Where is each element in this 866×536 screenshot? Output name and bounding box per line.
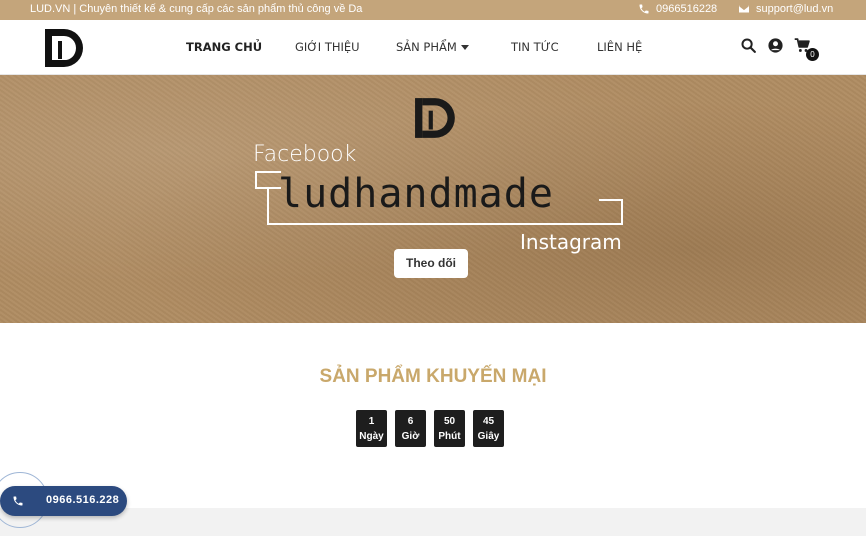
topbar-email-link[interactable]: support@lud.vn bbox=[738, 3, 833, 15]
countdown-days: 1 Ngày bbox=[356, 410, 387, 447]
nav-about[interactable]: GIỚI THIỆU bbox=[295, 40, 360, 54]
promo-title: SẢN PHẨM KHUYẾN MẠI bbox=[319, 366, 547, 387]
cart-count-badge: 0 bbox=[806, 48, 819, 61]
countdown-unit: Ngày bbox=[359, 431, 384, 442]
countdown-value: 6 bbox=[407, 416, 414, 427]
frame-right bbox=[599, 199, 623, 225]
facebook-label: Facebook bbox=[253, 142, 357, 167]
follow-button[interactable]: Theo dõi bbox=[394, 249, 468, 278]
countdown-unit: Giây bbox=[477, 431, 500, 442]
frame-bottom-line bbox=[267, 223, 623, 225]
site-logo[interactable] bbox=[44, 27, 86, 69]
countdown-value: 50 bbox=[443, 416, 456, 427]
hero-banner: Facebook ludhandmade Instagram Theo dõi bbox=[0, 75, 866, 323]
topbar-phone-link[interactable]: 0966516228 bbox=[638, 3, 717, 15]
countdown-value: 1 bbox=[368, 416, 375, 427]
call-icon-wrap bbox=[3, 489, 33, 513]
user-icon[interactable] bbox=[767, 37, 784, 54]
hero-logo bbox=[415, 98, 455, 138]
instagram-label: Instagram bbox=[520, 230, 622, 254]
search-icon[interactable] bbox=[740, 37, 757, 54]
next-section-strip bbox=[0, 508, 866, 536]
countdown-unit: Phút bbox=[438, 431, 461, 442]
nav-home[interactable]: TRANG CHỦ bbox=[186, 40, 262, 54]
instagram-handle: ludhandmade bbox=[278, 171, 554, 217]
caret-down-icon bbox=[460, 45, 469, 50]
countdown-minutes: 50 Phút bbox=[434, 410, 465, 447]
phone-icon bbox=[13, 496, 23, 506]
floating-call-button[interactable]: 0966.516.228 bbox=[0, 486, 127, 516]
countdown-value: 45 bbox=[482, 416, 495, 427]
countdown-unit: Giờ bbox=[401, 431, 420, 442]
nav-news[interactable]: TIN TỨC bbox=[511, 40, 559, 54]
promo-countdown: 1 Ngày 6 Giờ 50 Phút 45 Giây bbox=[356, 410, 504, 447]
countdown-seconds: 45 Giây bbox=[473, 410, 504, 447]
top-bar: LUD.VN | Chuyên thiết kế & cung cấp các … bbox=[0, 0, 866, 20]
topbar-email-text: support@lud.vn bbox=[756, 3, 834, 15]
nav-products[interactable]: SẢN PHẨM bbox=[396, 40, 469, 54]
countdown-hours: 6 Giờ bbox=[395, 410, 426, 447]
call-number: 0966.516.228 bbox=[46, 494, 120, 506]
main-header: TRANG CHỦ GIỚI THIỆU SẢN PHẨM TIN TỨC LI… bbox=[0, 20, 866, 75]
tagline: LUD.VN | Chuyên thiết kế & cung cấp các … bbox=[30, 3, 363, 15]
envelope-icon bbox=[739, 5, 749, 13]
phone-icon bbox=[639, 4, 649, 14]
topbar-phone-text: 0966516228 bbox=[656, 3, 718, 15]
nav-products-label: SẢN PHẨM bbox=[396, 40, 457, 54]
nav-contact[interactable]: LIÊN HỆ bbox=[597, 40, 642, 54]
